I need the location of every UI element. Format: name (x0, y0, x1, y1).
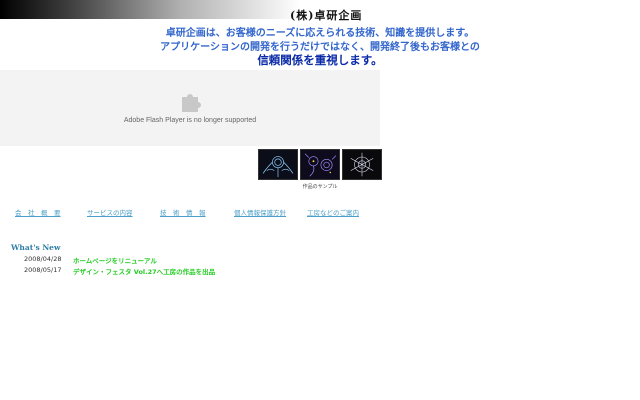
nav-company-profile[interactable]: 会 社 概 要 (15, 207, 61, 217)
nav-workshop-guide[interactable]: 工房などのご案内 (307, 207, 359, 217)
flash-unsupported-message: Adobe Flash Player is no longer supporte… (123, 117, 257, 124)
nav-privacy-policy[interactable]: 個人情報保護方針 (234, 207, 286, 217)
company-logo: (株)卓研企画 (290, 9, 363, 22)
sample-thumbnail-flowers[interactable] (300, 149, 340, 180)
sample-thumbnail-snowflake[interactable] (342, 149, 382, 180)
news-link[interactable]: ホームページをリニューアル (73, 255, 157, 265)
news-date: 2008/04/28 (24, 255, 62, 263)
tagline-line-2: アプリケーションの開発を行うだけではなく、開発終了後もお客様との (160, 42, 480, 53)
tagline-line-1: 卓研企画は、お客様のニーズに応えられる技術、知識を提供します。 (165, 28, 475, 39)
puzzle-piece-icon (179, 89, 203, 113)
sample-thumbnail-rose[interactable] (258, 149, 298, 180)
nav-technical-info[interactable]: 技 術 情 報 (160, 207, 206, 217)
nav-services[interactable]: サービスの内容 (87, 207, 133, 217)
gallery-caption: 作品のサンプル (302, 184, 338, 190)
header-gradient-bar (0, 0, 300, 19)
whats-new-heading: What's New (11, 243, 61, 252)
news-date: 2008/05/17 (24, 266, 62, 274)
tagline-line-3: 信頼関係を重視します。 (257, 53, 383, 67)
news-link[interactable]: デザイン・フェスタ Vol.27へ工房の作品を出品 (73, 266, 215, 276)
